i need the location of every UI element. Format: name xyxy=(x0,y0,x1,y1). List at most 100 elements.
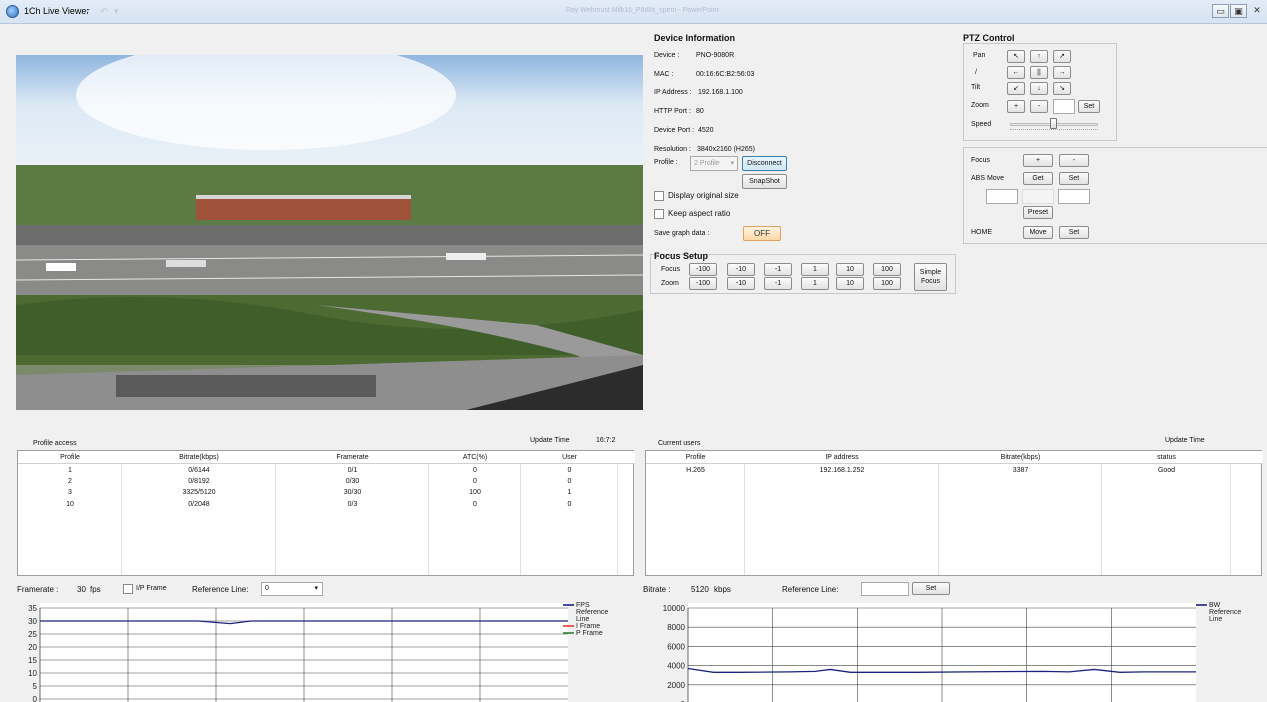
bitrate-value: 5120 xyxy=(691,585,709,594)
table-cell: 0 xyxy=(567,501,572,508)
device-port-label: Device Port : xyxy=(654,127,695,134)
ip-value: 192.168.1.100 xyxy=(698,89,743,96)
header-profile[interactable]: Profile xyxy=(646,454,745,461)
abs-set-button[interactable]: Set xyxy=(1059,172,1089,185)
maximize-button[interactable]: ▣ xyxy=(1230,4,1247,18)
preset-button[interactable]: Preset xyxy=(1023,206,1053,219)
more-icon: ▾ xyxy=(114,6,119,16)
ip-frame-checkbox[interactable] xyxy=(123,584,133,594)
bitrate-chart: 1000080006000400020000BWReferenceLine xyxy=(663,602,1241,702)
device-label: Device : xyxy=(654,52,680,59)
y-tick-label: 2000 xyxy=(667,681,685,690)
camera-feed-image xyxy=(16,55,643,410)
profile-select[interactable]: 2 Profile ▾ xyxy=(690,156,738,171)
y-tick-label: 30 xyxy=(28,617,37,626)
zoom-plus100-button[interactable]: 100 xyxy=(873,277,901,290)
y-tick-label: 6000 xyxy=(667,642,685,651)
ptz-left-button[interactable]: ← xyxy=(1007,66,1025,79)
simple-focus-button[interactable]: Simple Focus xyxy=(914,263,947,291)
table-cell: 1 xyxy=(567,489,572,496)
http-port-label: HTTP Port : xyxy=(654,108,691,115)
profile-access-table[interactable]: Profile Bitrate(kbps) Framerate ATC(%) U… xyxy=(17,450,635,576)
ptz-stop-button[interactable]: || xyxy=(1030,66,1048,79)
reference-line-select-value: 0 xyxy=(265,585,269,592)
profile-label: Profile : xyxy=(654,159,678,166)
focus-plus-button[interactable]: + xyxy=(1023,154,1053,167)
framerate-chart: 35 30 25 20 15 10 5 0 FPSReferenceLineI FrameP F… xyxy=(28,602,608,702)
save-graph-toggle[interactable]: OFF xyxy=(743,226,781,241)
disconnect-button[interactable]: Disconnect xyxy=(742,156,787,171)
header-ip-address[interactable]: IP address xyxy=(745,454,939,461)
zoom-set-button[interactable]: Set xyxy=(1078,100,1100,113)
resolution-label: Resolution : xyxy=(654,146,691,153)
legend-label: Line xyxy=(576,616,589,623)
focus-minus10-button[interactable]: -10 xyxy=(727,263,755,276)
abs-tilt-input[interactable] xyxy=(1022,189,1054,204)
zoom-input[interactable] xyxy=(1053,99,1075,114)
minimize-button[interactable]: ▭ xyxy=(1212,4,1229,18)
current-users-table[interactable]: Profile IP address Bitrate(kbps) status … xyxy=(645,450,1263,576)
abs-get-button[interactable]: Get xyxy=(1023,172,1053,185)
header-bitrate[interactable]: Bitrate(kbps) xyxy=(122,454,276,461)
zoom-plus10-button[interactable]: 10 xyxy=(836,277,864,290)
framerate-value: 30 xyxy=(77,585,86,594)
keep-aspect-label: Keep aspect ratio xyxy=(668,209,731,218)
abs-zoom-input[interactable] xyxy=(1058,189,1090,204)
table-cell: 192.168.1.252 xyxy=(819,467,865,474)
keep-aspect-checkbox[interactable] xyxy=(654,209,664,219)
header-profile[interactable]: Profile xyxy=(18,454,122,461)
header-framerate[interactable]: Framerate xyxy=(276,454,429,461)
home-move-button[interactable]: Move xyxy=(1023,226,1053,239)
focus-minus1-button[interactable]: -1 xyxy=(764,263,792,276)
focus-minus100-button[interactable]: -100 xyxy=(689,263,717,276)
simple-focus-line2: Focus xyxy=(920,278,941,285)
users-update-label: Update Time xyxy=(1165,437,1205,444)
slash-label: / xyxy=(975,69,977,76)
focus-plus100-button[interactable]: 100 xyxy=(873,263,901,276)
table-cell: 0/6144 xyxy=(188,467,210,474)
abs-pan-input[interactable] xyxy=(986,189,1018,204)
focus-plus1-button[interactable]: 1 xyxy=(801,263,829,276)
zoom-plus1-button[interactable]: 1 xyxy=(801,277,829,290)
speed-slider-ticks xyxy=(1010,129,1098,131)
ptz-down-right-button[interactable]: ↘ xyxy=(1053,82,1071,95)
legend-label: Reference xyxy=(576,609,608,616)
header-status[interactable]: status xyxy=(1102,454,1231,461)
focus-plus10-button[interactable]: 10 xyxy=(836,263,864,276)
y-tick-label: 8000 xyxy=(667,623,685,632)
ptz-up-left-button[interactable]: ↖ xyxy=(1007,50,1025,63)
header-atc[interactable]: ATC(%) xyxy=(429,454,521,461)
bitrate-reference-set-button[interactable]: Set xyxy=(912,582,950,595)
speed-slider[interactable] xyxy=(1010,118,1098,132)
bitrate-reference-input[interactable] xyxy=(861,582,909,596)
ptz-down-button[interactable]: ↓ xyxy=(1030,82,1048,95)
framerate-reference-label: Reference Line: xyxy=(192,585,249,594)
header-bitrate[interactable]: Bitrate(kbps) xyxy=(939,454,1102,461)
y-tick-label: 5 xyxy=(33,682,38,691)
ptz-down-left-button[interactable]: ↙ xyxy=(1007,82,1025,95)
live-video-view[interactable] xyxy=(16,55,643,410)
header-user[interactable]: User xyxy=(521,454,618,461)
table-cell: 2 xyxy=(68,478,72,485)
focus-setup-focus-label: Focus xyxy=(661,266,681,273)
reference-line-select[interactable]: 0 ▾ xyxy=(261,582,323,596)
focus-minus-button[interactable]: - xyxy=(1059,154,1089,167)
zoom-minus100-button[interactable]: -100 xyxy=(689,277,717,290)
speed-slider-thumb[interactable] xyxy=(1050,118,1057,129)
display-original-checkbox[interactable] xyxy=(654,191,664,201)
close-button[interactable]: ✕ xyxy=(1249,4,1265,18)
zoom-minus10-button[interactable]: -10 xyxy=(727,277,755,290)
http-port-value: 80 xyxy=(696,108,704,115)
ptz-up-button[interactable]: ↑ xyxy=(1030,50,1048,63)
zoom-out-button[interactable]: - xyxy=(1030,100,1048,113)
zoom-in-button[interactable]: + xyxy=(1007,100,1025,113)
zoom-minus1-button[interactable]: -1 xyxy=(764,277,792,290)
home-set-button[interactable]: Set xyxy=(1059,226,1089,239)
undo-icon: ↶ xyxy=(100,6,108,16)
snapshot-button[interactable]: SnapShot xyxy=(742,174,787,189)
legend-label: FPS xyxy=(576,602,590,609)
device-value: PNO-9080R xyxy=(696,52,735,59)
ptz-right-button[interactable]: → xyxy=(1053,66,1071,79)
framerate-unit: fps xyxy=(90,585,101,594)
ptz-up-right-button[interactable]: ↗ xyxy=(1053,50,1071,63)
